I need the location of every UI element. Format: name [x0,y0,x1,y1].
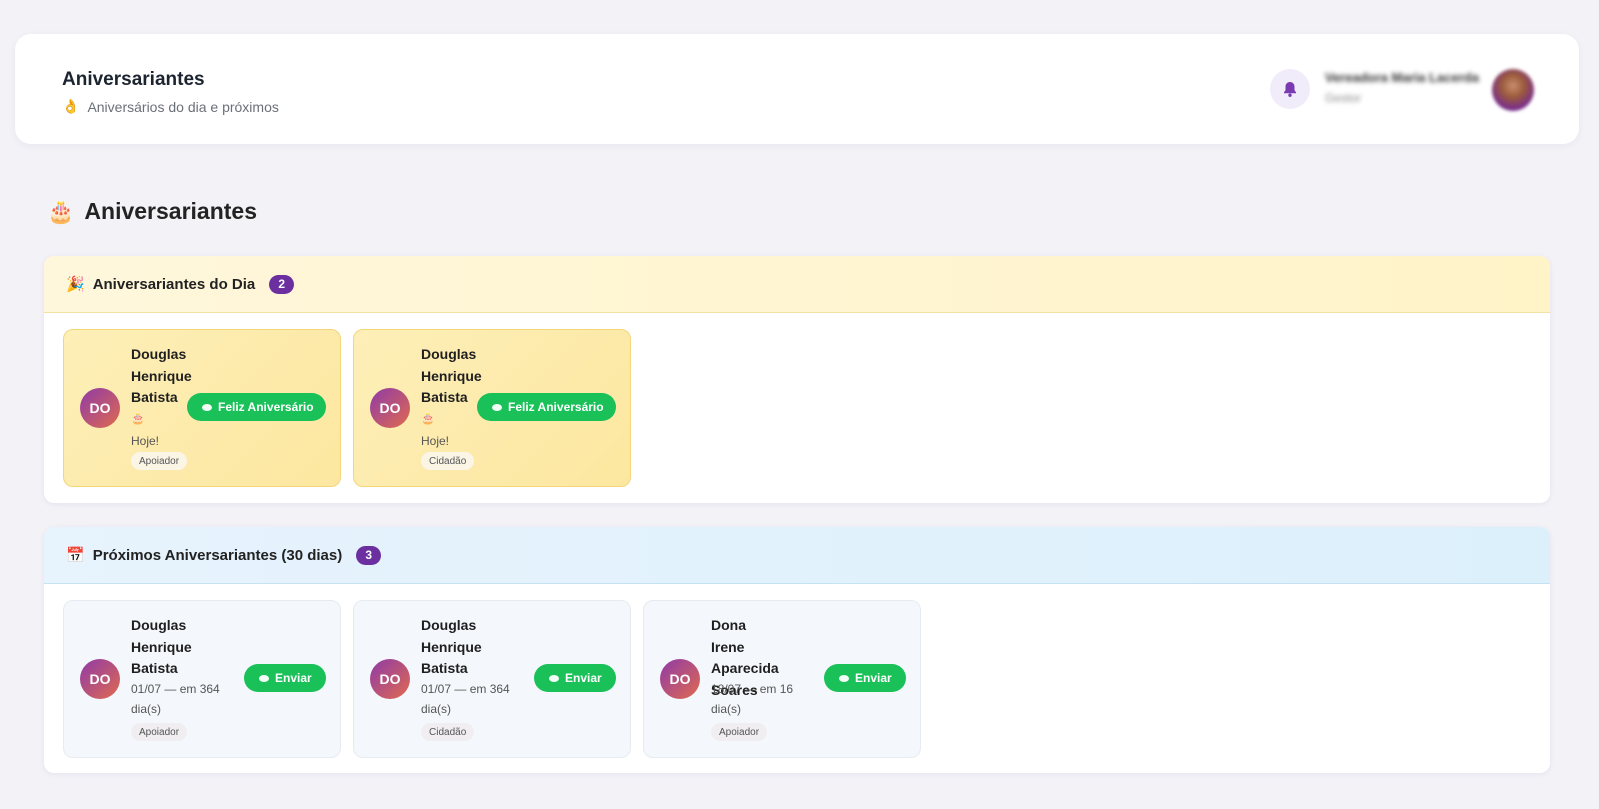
initials-avatar: DO [370,659,410,699]
happy-birthday-button[interactable]: Feliz Aniversário [477,393,616,421]
hand-icon: 👌 [62,98,80,114]
category-tag: Cidadão [421,452,475,470]
header-title: Aniversariantes [62,69,205,90]
birthday-date: 18/07 — em 16 dia(s) [711,682,794,716]
category-tag: Apoiador [131,452,188,470]
upcoming-card: DO Dona Irene Aparecida Soares 18/07 — e… [643,600,921,758]
birthday-date: 01/07 — em 364 dia(s) [421,682,510,716]
upcoming-panel-title: Próximos Aniversariantes (30 dias) [92,546,343,564]
upcoming-panel-header: 📅 Próximos Aniversariantes (30 dias) 3 [44,527,1550,584]
today-count-badge: 2 [269,274,295,294]
person-name: Douglas Henrique Batista [131,346,192,405]
chat-icon [549,674,559,682]
category-tag: Apoiador [711,723,768,741]
page-title: Aniversariantes [84,198,257,224]
send-button[interactable]: Enviar [824,664,906,692]
person-name: Douglas Henrique Batista [131,617,192,676]
send-button[interactable]: Enviar [244,664,326,692]
upcoming-count-badge: 3 [356,545,382,565]
person-name: Douglas Henrique Batista [421,617,482,676]
cake-icon: 🎂 [47,198,75,224]
page-heading: 🎂 Aniversariantes [47,198,257,225]
calendar-icon: 📅 [66,547,85,564]
category-tag: Apoiador [131,723,188,741]
initials-avatar: DO [370,388,410,428]
button-label: Feliz Aniversário [218,400,314,414]
category-tag: Cidadão [421,723,475,741]
chat-icon [259,674,269,682]
header-subtitle: 👌 Aniversários do dia e próximos [62,98,279,115]
notification-button[interactable] [1270,69,1310,109]
birthday-date: Hoje! [421,434,450,448]
cake-icon: 🎂 [131,413,145,425]
upcoming-birthdays-panel: 📅 Próximos Aniversariantes (30 dias) 3 D… [44,527,1550,773]
user-role: Gestor [1325,91,1362,105]
upcoming-card: DO Douglas Henrique Batista 01/07 — em 3… [353,600,631,758]
header-subtitle-text: Aniversários do dia e próximos [87,98,279,115]
birthday-date: Hoje! [131,434,160,448]
button-label: Feliz Aniversário [508,400,604,414]
user-avatar[interactable] [1492,69,1534,111]
person-name: Douglas Henrique Batista [421,346,482,405]
chat-icon [492,403,502,411]
upcoming-card: DO Douglas Henrique Batista 01/07 — em 3… [63,600,341,758]
initials-avatar: DO [80,388,120,428]
cake-icon: 🎂 [421,413,435,425]
button-label: Enviar [275,671,312,685]
chat-icon [202,403,212,411]
birthday-date: 01/07 — em 364 dia(s) [131,682,220,716]
initials-avatar: DO [660,659,700,699]
happy-birthday-button[interactable]: Feliz Aniversário [187,393,326,421]
birthday-card: DO Douglas Henrique Batista 🎂 Hoje! Apoi… [63,329,341,487]
today-birthdays-panel: 🎉 Aniversariantes do Dia 2 DO Douglas He… [44,256,1550,503]
party-popper-icon: 🎉 [66,276,85,293]
user-info[interactable]: Vereadora Maria Lacerda Gestor [1325,70,1485,105]
send-button[interactable]: Enviar [534,664,616,692]
chat-icon [839,674,849,682]
button-label: Enviar [565,671,602,685]
today-panel-title: Aniversariantes do Dia [92,275,256,293]
user-name: Vereadora Maria Lacerda [1325,70,1479,85]
birthday-card: DO Douglas Henrique Batista 🎂 Hoje! Cida… [353,329,631,487]
button-label: Enviar [855,671,892,685]
top-header: Aniversariantes 👌 Aniversários do dia e … [15,34,1579,144]
today-panel-header: 🎉 Aniversariantes do Dia 2 [44,256,1550,313]
bell-icon [1284,81,1296,97]
initials-avatar: DO [80,659,120,699]
